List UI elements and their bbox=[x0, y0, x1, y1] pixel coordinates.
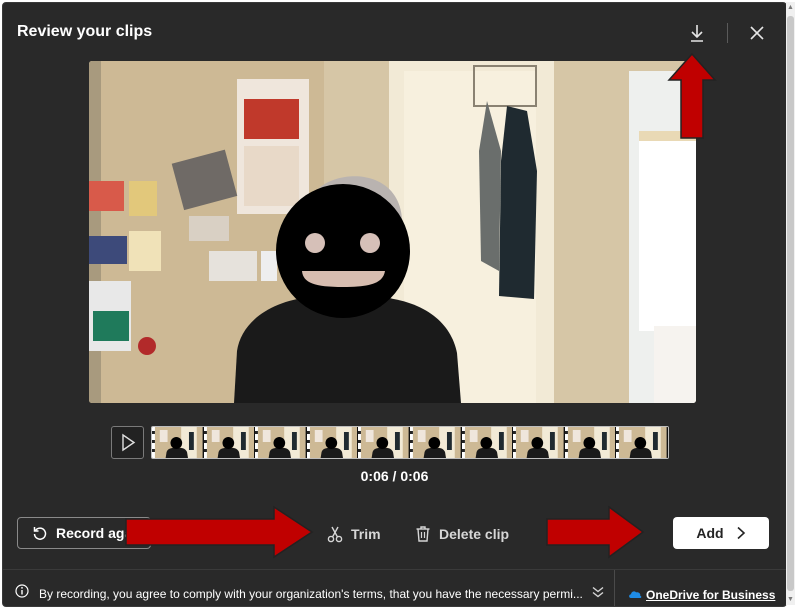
retry-icon bbox=[33, 527, 47, 540]
annotation-arrow-right-1 bbox=[125, 505, 314, 559]
trash-icon bbox=[416, 526, 430, 542]
header-divider bbox=[727, 23, 728, 43]
delete-clip-button[interactable]: Delete clip bbox=[415, 521, 509, 547]
timeline-thumbnail bbox=[513, 427, 565, 458]
trim-label: Trim bbox=[351, 526, 381, 542]
timeline-thumbnail bbox=[203, 427, 256, 458]
timeline-thumbnail bbox=[616, 427, 668, 458]
scroll-up-icon[interactable]: ▲ bbox=[787, 4, 794, 12]
onedrive-icon bbox=[629, 591, 642, 598]
dialog-footer: By recording, you agree to comply with y… bbox=[3, 569, 786, 606]
current-time: 0:06 bbox=[360, 468, 389, 484]
dialog-title: Review your clips bbox=[17, 23, 153, 40]
timeline-thumbnail bbox=[358, 427, 410, 458]
onedrive-link[interactable]: OneDrive for Business bbox=[646, 588, 775, 602]
scrollbar[interactable]: ▲ ▼ bbox=[786, 2, 795, 605]
duration: 0:06 bbox=[400, 468, 429, 484]
timeline-thumbnail bbox=[255, 427, 307, 458]
annotation-arrow-up bbox=[667, 52, 717, 139]
timeline-thumbnail bbox=[152, 427, 204, 458]
chevron-double-down-icon[interactable] bbox=[591, 585, 605, 599]
timeline-thumbnail bbox=[564, 427, 617, 458]
play-icon bbox=[122, 433, 136, 452]
scroll-down-icon[interactable]: ▼ bbox=[787, 596, 794, 604]
recording-notice: By recording, you agree to comply with y… bbox=[39, 587, 583, 601]
clip-timeline[interactable] bbox=[151, 426, 669, 459]
trim-button[interactable]: Trim bbox=[327, 521, 381, 547]
scrollbar-thumb[interactable] bbox=[787, 16, 794, 591]
add-label: Add bbox=[696, 525, 724, 541]
footer-divider bbox=[614, 570, 615, 606]
chevron-right-icon bbox=[737, 526, 745, 540]
playback-time: 0:06 / 0:06 bbox=[3, 468, 786, 484]
timeline-thumbnail bbox=[306, 427, 359, 458]
delete-clip-label: Delete clip bbox=[439, 526, 510, 542]
time-separator: / bbox=[392, 468, 397, 484]
scissors-icon bbox=[327, 526, 343, 543]
info-icon bbox=[15, 584, 29, 598]
close-icon[interactable] bbox=[745, 21, 769, 45]
play-button[interactable] bbox=[111, 426, 144, 459]
timeline-thumbnail bbox=[461, 427, 514, 458]
annotation-arrow-right-2 bbox=[546, 505, 645, 559]
add-button[interactable]: Add bbox=[673, 517, 769, 549]
download-icon[interactable] bbox=[685, 21, 709, 45]
video-preview[interactable] bbox=[89, 61, 696, 403]
timeline-thumbnail bbox=[409, 427, 462, 458]
